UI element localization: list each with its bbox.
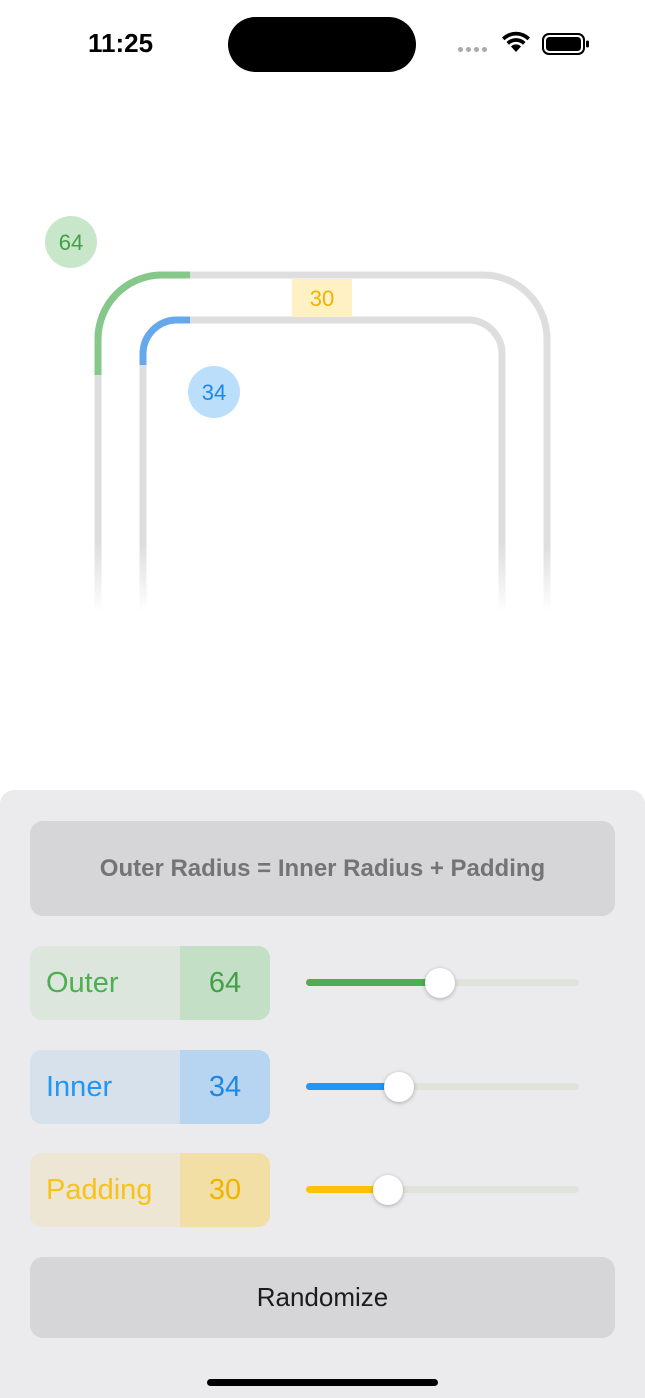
outer-radius-label: Outer (30, 946, 180, 1020)
formula-label: Outer Radius = Inner Radius + Padding (30, 821, 615, 916)
outer-radius-slider-thumb[interactable] (425, 968, 455, 998)
inner-corner-highlight (139, 316, 190, 365)
padding-slider[interactable] (306, 1175, 579, 1205)
inner-radius-label: Inner (30, 1050, 180, 1124)
padding-indicator-label: 30 (310, 286, 334, 311)
inner-radius-slider-thumb[interactable] (384, 1072, 414, 1102)
home-indicator[interactable] (207, 1379, 438, 1386)
randomize-button[interactable]: Randomize (30, 1257, 615, 1338)
outer-radius-pill: Outer 64 (30, 946, 270, 1020)
padding-slider-thumb[interactable] (373, 1175, 403, 1205)
control-panel: Outer Radius = Inner Radius + Padding Ou… (0, 790, 645, 1398)
inner-radius-badge-label: 34 (202, 380, 226, 405)
inner-radius-value: 34 (180, 1050, 270, 1124)
inner-radius-slider[interactable] (306, 1072, 579, 1102)
padding-row: Padding 30 (30, 1153, 615, 1227)
outer-radius-row: Outer 64 (30, 946, 615, 1020)
inner-radius-pill: Inner 34 (30, 1050, 270, 1124)
padding-pill: Padding 30 (30, 1153, 270, 1227)
inner-radius-row: Inner 34 (30, 1050, 615, 1124)
inner-rounded-rect (139, 316, 506, 620)
outer-radius-value: 64 (180, 946, 270, 1020)
padding-label: Padding (30, 1153, 180, 1227)
radius-preview-canvas: 30 64 34 (45, 216, 551, 620)
outer-radius-slider[interactable] (306, 968, 579, 998)
outer-rounded-rect (94, 271, 551, 620)
padding-value: 30 (180, 1153, 270, 1227)
outer-radius-slider-fill (306, 979, 440, 986)
outer-radius-badge-label: 64 (59, 230, 83, 255)
